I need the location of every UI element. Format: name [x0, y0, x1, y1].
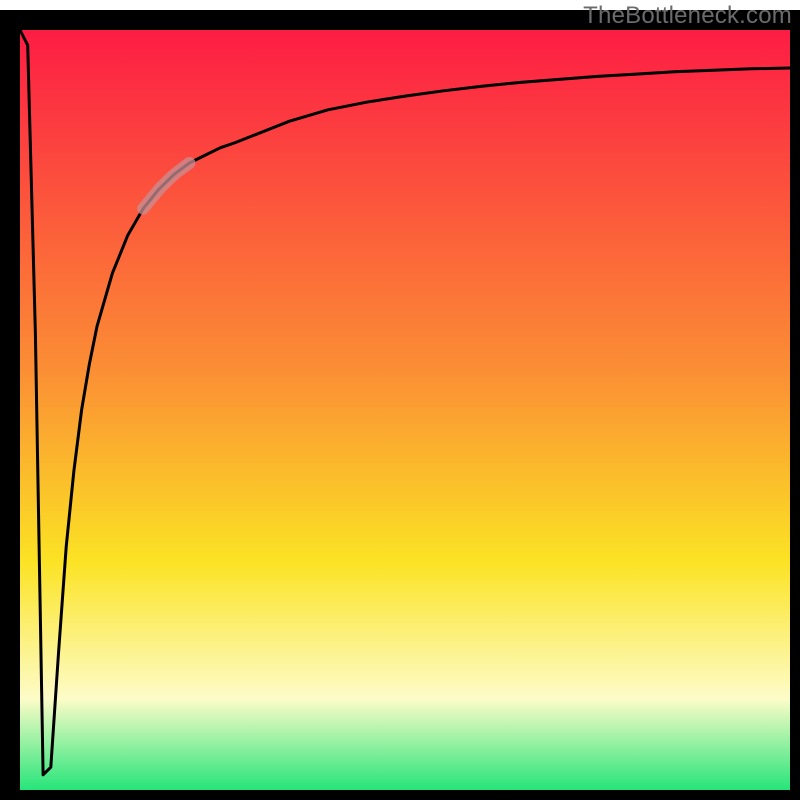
watermark-text: TheBottleneck.com [583, 2, 792, 30]
chart-svg [0, 0, 800, 800]
plot-background [20, 30, 790, 790]
axis-frame-right [790, 10, 800, 800]
chart-container: { "watermark": "TheBottleneck.com", "col… [0, 0, 800, 800]
axis-frame-left [0, 10, 20, 800]
axis-frame-bottom [0, 790, 800, 800]
